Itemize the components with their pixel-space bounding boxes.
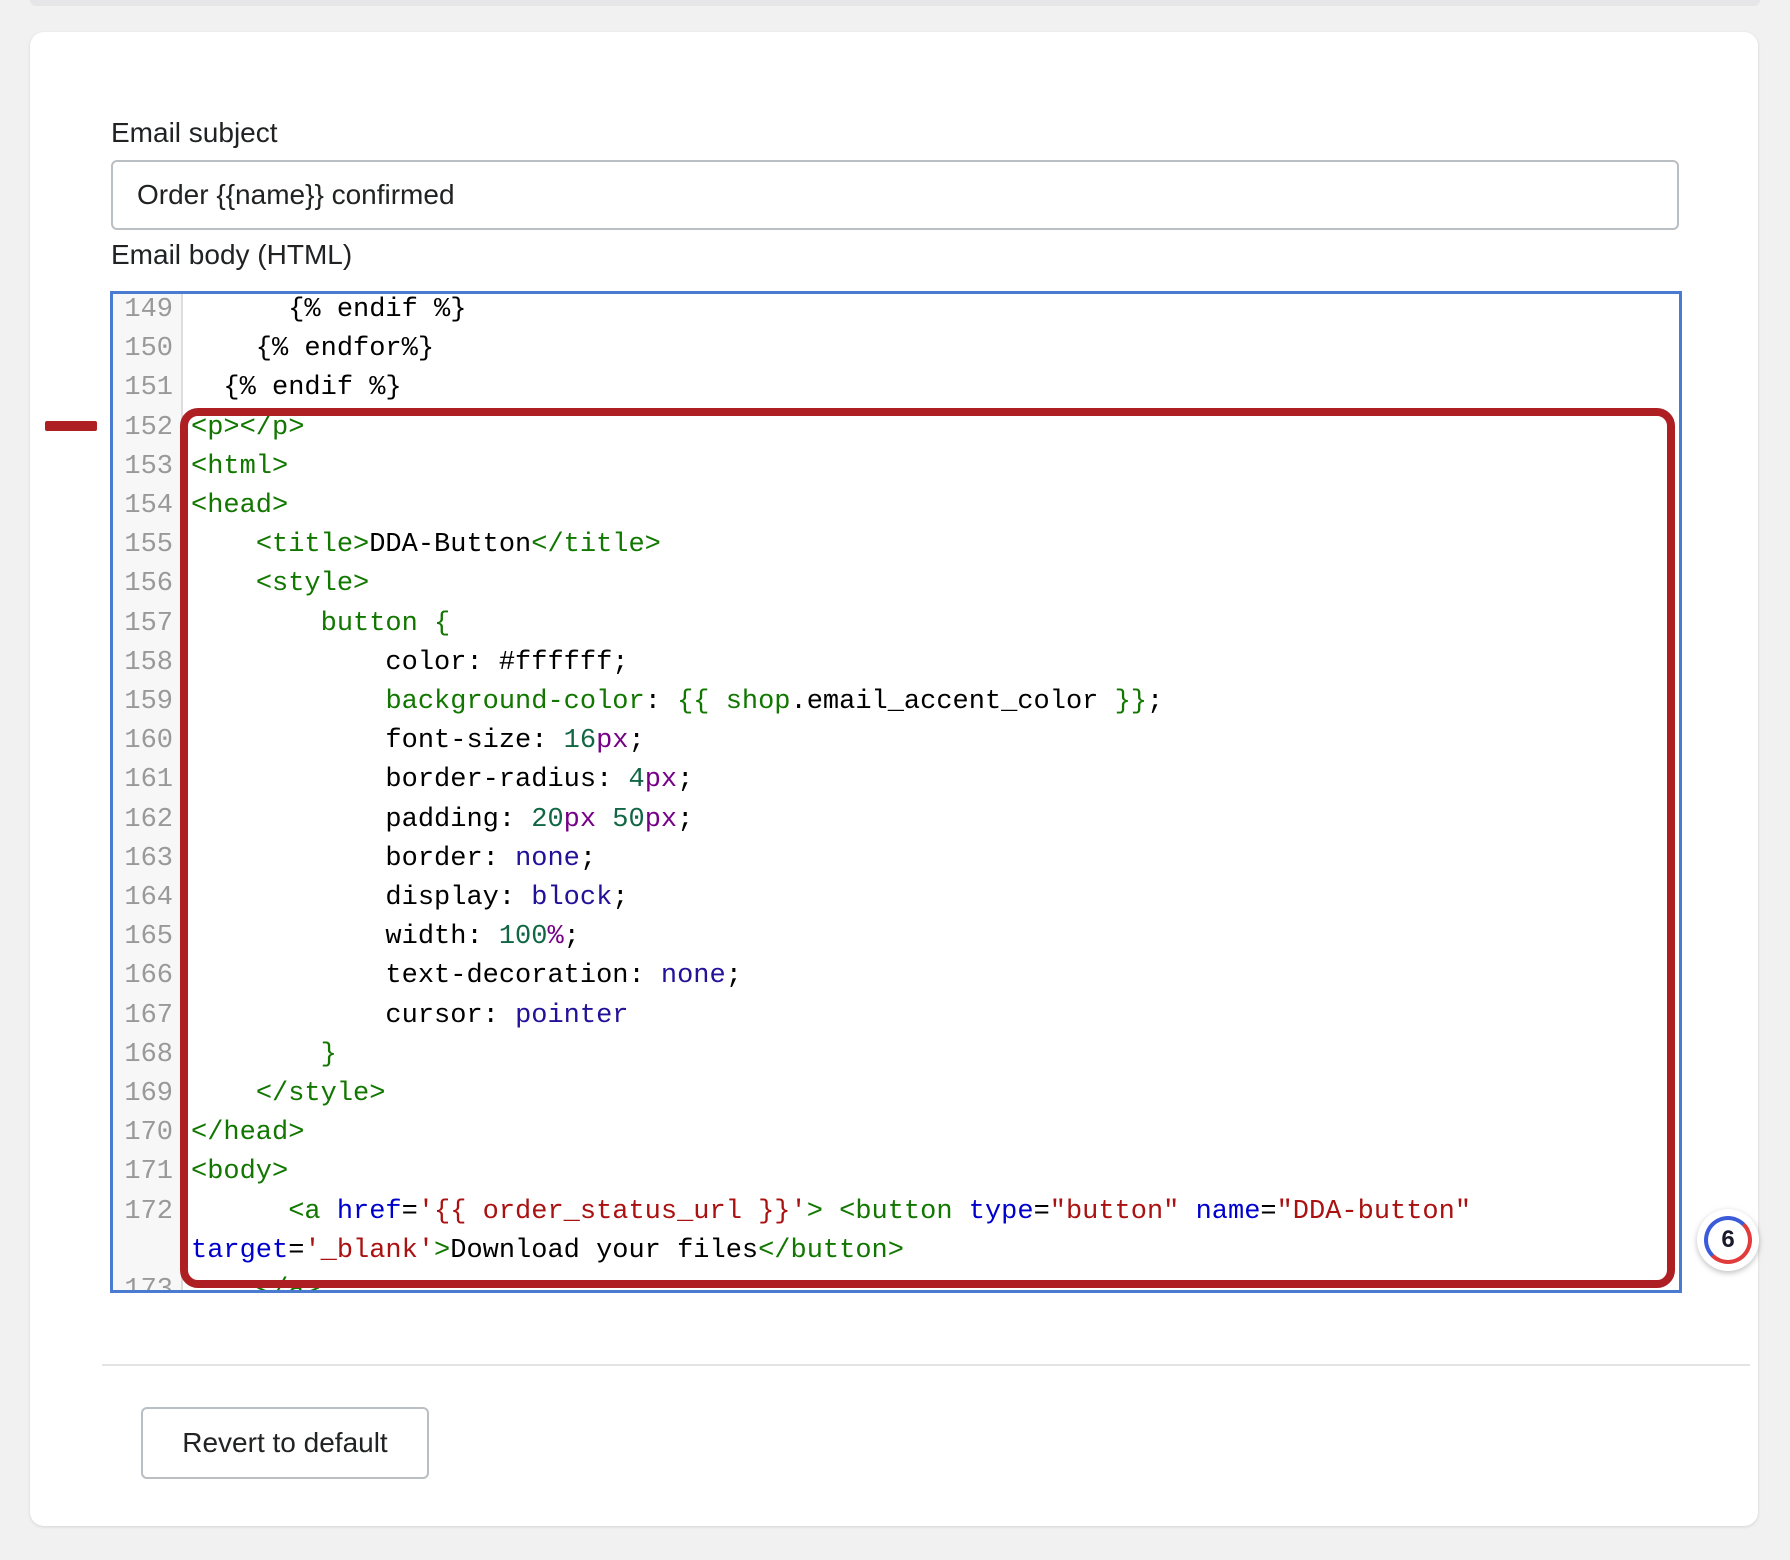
code-text: <style>: [255, 569, 370, 600]
code-line[interactable]: 154 <head>: [113, 487, 1679, 526]
code-text: <html>: [191, 451, 289, 482]
line-number: 150: [124, 334, 173, 365]
code-line[interactable]: 153 <html>: [113, 448, 1679, 487]
code-text: border: none;: [191, 843, 597, 874]
line-number: 170: [124, 1118, 173, 1149]
code-line[interactable]: 167 cursor: pointer: [113, 997, 1679, 1036]
notification-badge[interactable]: 6: [1697, 1209, 1759, 1271]
line-number: 163: [124, 843, 173, 874]
code-text: background-color: {{ shop.email_accent_c…: [385, 687, 1164, 717]
code-line[interactable]: 164 display: block;: [113, 879, 1679, 918]
code-text: <head>: [191, 491, 289, 521]
code-line[interactable]: 155 <title>DDA-Button</title>: [113, 526, 1679, 565]
line-number: 158: [124, 647, 173, 678]
code-text: }: [191, 1039, 337, 1070]
code-text: {% endif %}: [191, 373, 402, 404]
revert-to-default-button[interactable]: Revert to default: [141, 1407, 429, 1479]
email-template-card: Email subject Email body (HTML) 149 {% e…: [30, 32, 1758, 1526]
line-number: 155: [124, 530, 173, 561]
code-line[interactable]: 172 <a href='{{ order_status_url }}'> <b…: [113, 1193, 1679, 1232]
code-line[interactable]: 156 <style>: [113, 565, 1679, 604]
code-line[interactable]: 152 <p></p>: [113, 409, 1679, 448]
code-text: <title>DDA-Button</title>: [255, 530, 661, 561]
line-number: 159: [124, 687, 173, 717]
line-number: 166: [124, 961, 173, 992]
code-text: target='_blank'>Download your files</but…: [191, 1235, 904, 1266]
code-line[interactable]: 165 width: 100%;: [113, 918, 1679, 957]
code-line[interactable]: 170 </head>: [113, 1114, 1679, 1153]
code-text: <p></p>: [191, 412, 305, 443]
line-number: 168: [124, 1039, 173, 1070]
top-bar: [30, 0, 1760, 6]
line-number: 173: [124, 1275, 173, 1293]
code-text: </a>: [191, 1275, 321, 1293]
code-line[interactable]: 161 border-radius: 4px;: [113, 761, 1679, 800]
code-line[interactable]: target='_blank'>Download your files</but…: [113, 1232, 1679, 1271]
line-number: 153: [124, 451, 173, 482]
code-text: button {: [320, 608, 451, 639]
code-text: width: 100%;: [191, 922, 580, 953]
code-line[interactable]: 169 </style>: [113, 1075, 1679, 1114]
code-text: padding: 20px 50px;: [191, 804, 694, 835]
code-area[interactable]: 149 {% endif %} 150 {% endfor%} 151 {% end…: [113, 294, 1679, 1290]
code-line[interactable]: 171 <body>: [113, 1153, 1679, 1192]
line-number: 152: [124, 412, 173, 443]
code-line[interactable]: 158 color: #ffffff;: [113, 644, 1679, 683]
code-line[interactable]: 163 border: none;: [113, 840, 1679, 879]
code-text: </style>: [255, 1079, 386, 1109]
code-line[interactable]: 149 {% endif %}: [113, 294, 1679, 330]
code-text: <body>: [191, 1157, 289, 1188]
section-divider: [102, 1364, 1750, 1366]
code-line[interactable]: 173 </a>: [113, 1271, 1679, 1293]
email-subject-label: Email subject: [111, 117, 278, 148]
code-text: <a href='{{ order_status_url }}'> <butto…: [288, 1196, 1472, 1227]
code-line[interactable]: 162 padding: 20px 50px;: [113, 801, 1679, 840]
line-number: 167: [124, 1000, 173, 1031]
line-number: 151: [124, 373, 173, 404]
code-line[interactable]: 157 button {: [113, 605, 1679, 644]
email-body-label: Email body (HTML): [111, 239, 353, 270]
email-subject-input[interactable]: [111, 160, 1679, 230]
badge-count: 6: [1704, 1216, 1752, 1264]
code-text: text-decoration: none;: [191, 961, 742, 992]
line-number: 164: [124, 883, 173, 913]
highlight-marker: [45, 421, 97, 431]
code-text: {% endif %}: [191, 295, 467, 325]
code-text: </head>: [191, 1118, 305, 1149]
code-line[interactable]: 150 {% endfor%}: [113, 330, 1679, 369]
line-number: 161: [124, 765, 173, 796]
code-text: {% endfor%}: [191, 334, 435, 365]
code-line[interactable]: 159 background-color: {{ shop.email_acce…: [113, 683, 1679, 722]
line-number: 165: [124, 922, 173, 953]
line-number: 162: [124, 804, 173, 835]
code-line[interactable]: 160 font-size: 16px;: [113, 722, 1679, 761]
code-line[interactable]: 151 {% endif %}: [113, 369, 1679, 408]
line-number: 157: [124, 608, 173, 639]
code-line[interactable]: 166 text-decoration: none;: [113, 957, 1679, 996]
email-body-code-editor[interactable]: 149 {% endif %} 150 {% endfor%} 151 {% end…: [110, 291, 1682, 1293]
line-number: 169: [124, 1079, 173, 1109]
line-number: 171: [124, 1157, 173, 1188]
line-number: 154: [124, 491, 173, 521]
line-number: 160: [124, 726, 173, 757]
code-line[interactable]: 168 }: [113, 1036, 1679, 1075]
code-text: display: block;: [191, 883, 629, 913]
code-text: border-radius: 4px;: [191, 765, 694, 796]
line-number: 156: [124, 569, 173, 600]
code-text: color: #ffffff;: [191, 647, 629, 678]
code-text: cursor: pointer: [191, 1000, 629, 1031]
line-number: 172: [124, 1196, 173, 1227]
code-text: font-size: 16px;: [191, 726, 645, 757]
line-number: 149: [124, 295, 173, 325]
